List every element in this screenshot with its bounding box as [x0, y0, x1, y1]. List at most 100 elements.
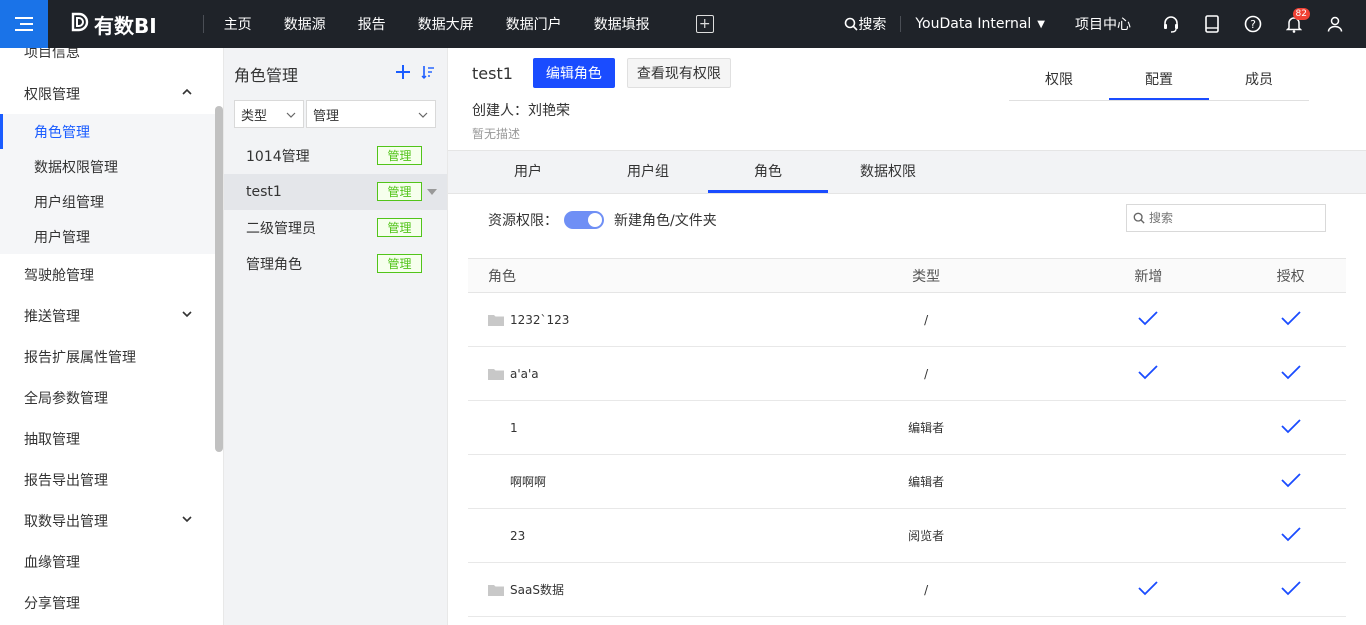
role-more-caret-icon[interactable] [427, 189, 437, 195]
role-panel-header: 角色管理 [224, 48, 447, 100]
role-name: 二级管理员 [246, 221, 316, 237]
table-row[interactable]: 1 编辑者 [468, 401, 1346, 455]
sidebar-item-label: 项目信息 [24, 48, 80, 61]
grant-cell[interactable] [1235, 526, 1346, 545]
add-cell[interactable] [1063, 364, 1233, 383]
add-role-icon[interactable] [395, 64, 411, 80]
user-icon[interactable] [1325, 14, 1345, 34]
role-list-item-selected[interactable]: test1 管理 [224, 174, 447, 210]
table-row[interactable]: SaaS数据 / [468, 563, 1346, 617]
hamburger-menu-icon[interactable] [0, 0, 48, 48]
sidebar-item-data-permission[interactable]: 数据权限管理 [0, 149, 223, 184]
type-select[interactable]: 类型 [234, 100, 304, 128]
check-icon[interactable] [1280, 472, 1302, 491]
role-title-row: test1 编辑角色 查看现有权限 [472, 58, 731, 88]
role-list-item[interactable]: 管理角色 管理 [224, 246, 447, 282]
check-icon[interactable] [1280, 526, 1302, 545]
sidebar-item-role-mgmt[interactable]: 角色管理 [0, 114, 223, 149]
subtab-user[interactable]: 用户 [468, 151, 588, 193]
nav-item-home[interactable]: 主页 [224, 14, 252, 34]
sidebar-scrollbar[interactable] [215, 106, 223, 452]
folder-icon [488, 584, 510, 596]
role-cell-name: 1 [510, 420, 518, 435]
sidebar-item-report-ext[interactable]: 报告扩展属性管理 [0, 336, 223, 377]
nav-item-fill[interactable]: 数据填报 [594, 14, 650, 34]
role-list-item[interactable]: 1014管理 管理 [224, 138, 447, 174]
document-icon[interactable] [1202, 14, 1222, 34]
grant-cell[interactable] [1235, 472, 1346, 491]
sidebar-item-project-info[interactable]: 项目信息 [0, 48, 223, 61]
subtab-usergroup[interactable]: 用户组 [588, 151, 708, 193]
sidebar-item-report-export[interactable]: 报告导出管理 [0, 459, 223, 500]
nav-divider-right [900, 16, 902, 32]
nav-item-datasource[interactable]: 数据源 [284, 14, 326, 34]
check-icon[interactable] [1137, 310, 1159, 329]
check-icon[interactable] [1280, 364, 1302, 383]
check-icon[interactable] [1137, 364, 1159, 383]
nav-item-portal[interactable]: 数据门户 [506, 14, 562, 34]
subtab-data-permission[interactable]: 数据权限 [828, 151, 948, 193]
check-icon[interactable] [1137, 580, 1159, 599]
column-header-type: 类型 [912, 268, 941, 285]
sort-icon[interactable] [421, 64, 435, 80]
table-search-input[interactable] [1149, 211, 1309, 225]
grant-cell[interactable] [1235, 418, 1346, 437]
folder-icon [488, 368, 510, 380]
nav-item-bigscreen[interactable]: 数据大屏 [418, 14, 474, 34]
grant-cell[interactable] [1235, 364, 1346, 383]
sidebar-item-cockpit[interactable]: 驾驶舱管理 [0, 254, 223, 295]
sidebar-item-extract[interactable]: 抽取管理 [0, 418, 223, 459]
role-list: 1014管理 管理 test1 管理 二级管理员 管理 管理角色 管理 [224, 138, 447, 282]
tab-members[interactable]: 成员 [1209, 60, 1309, 100]
check-icon[interactable] [1280, 418, 1302, 437]
bell-icon[interactable]: 82 [1284, 8, 1310, 34]
view-permissions-button[interactable]: 查看现有权限 [626, 58, 731, 88]
role-cell: 23 [468, 529, 903, 543]
grant-cell[interactable] [1235, 580, 1346, 599]
role-panel-title: 角色管理 [234, 66, 299, 85]
tab-permission[interactable]: 权限 [1009, 60, 1109, 100]
edit-role-button[interactable]: 编辑角色 [532, 58, 615, 88]
resource-permission-toggle[interactable] [564, 211, 604, 229]
value-select[interactable]: 管理 [306, 100, 436, 128]
role-cell-name: 啊啊啊 [510, 475, 547, 489]
role-cell-name: 23 [510, 528, 526, 543]
app-logo[interactable]: 有数BI [70, 10, 157, 39]
role-name: 1014管理 [246, 149, 310, 165]
sidebar-item-user[interactable]: 用户管理 [0, 219, 223, 254]
table-row[interactable]: 23 阅览者 [468, 509, 1346, 563]
role-type-tag: 管理 [377, 182, 422, 201]
sidebar-item-usergroup[interactable]: 用户组管理 [0, 184, 223, 219]
chevron-up-icon [182, 88, 192, 95]
tab-config[interactable]: 配置 [1109, 60, 1209, 100]
sidebar-item-lineage[interactable]: 血缘管理 [0, 541, 223, 582]
table-search[interactable] [1126, 204, 1326, 232]
nav-item-report[interactable]: 报告 [358, 14, 386, 34]
subtab-role[interactable]: 角色 [708, 151, 828, 193]
chevron-down-icon [286, 112, 296, 118]
check-icon[interactable] [1280, 580, 1302, 599]
caret-down-icon: ▼ [1037, 18, 1045, 30]
headset-icon[interactable] [1161, 14, 1181, 34]
table-row[interactable]: 啊啊啊 编辑者 [468, 455, 1346, 509]
sidebar-item-data-export[interactable]: 取数导出管理 [0, 500, 223, 541]
add-nav-icon[interactable]: + [695, 15, 714, 33]
type-cell: 编辑者 [908, 475, 945, 489]
role-name: test1 [246, 184, 282, 200]
sidebar-item-push[interactable]: 推送管理 [0, 295, 223, 336]
add-cell[interactable] [1063, 310, 1233, 329]
sidebar-item-permission[interactable]: 权限管理 [0, 73, 223, 114]
sidebar-item-share[interactable]: 分享管理 [0, 582, 223, 623]
table-row[interactable]: a'a'a / [468, 347, 1346, 401]
check-icon[interactable] [1280, 310, 1302, 329]
project-center-link[interactable]: 项目中心 [1075, 14, 1131, 34]
sidebar-item-label: 报告扩展属性管理 [24, 349, 136, 366]
role-list-item[interactable]: 二级管理员 管理 [224, 210, 447, 246]
add-cell[interactable] [1063, 580, 1233, 599]
global-search[interactable]: 搜索 [844, 14, 886, 34]
table-row[interactable]: 1232`123 / [468, 293, 1346, 347]
sidebar-item-global-params[interactable]: 全局参数管理 [0, 377, 223, 418]
grant-cell[interactable] [1235, 310, 1346, 329]
help-icon[interactable]: ? [1243, 14, 1263, 34]
org-switcher[interactable]: YouData Internal ▼ [915, 16, 1045, 32]
